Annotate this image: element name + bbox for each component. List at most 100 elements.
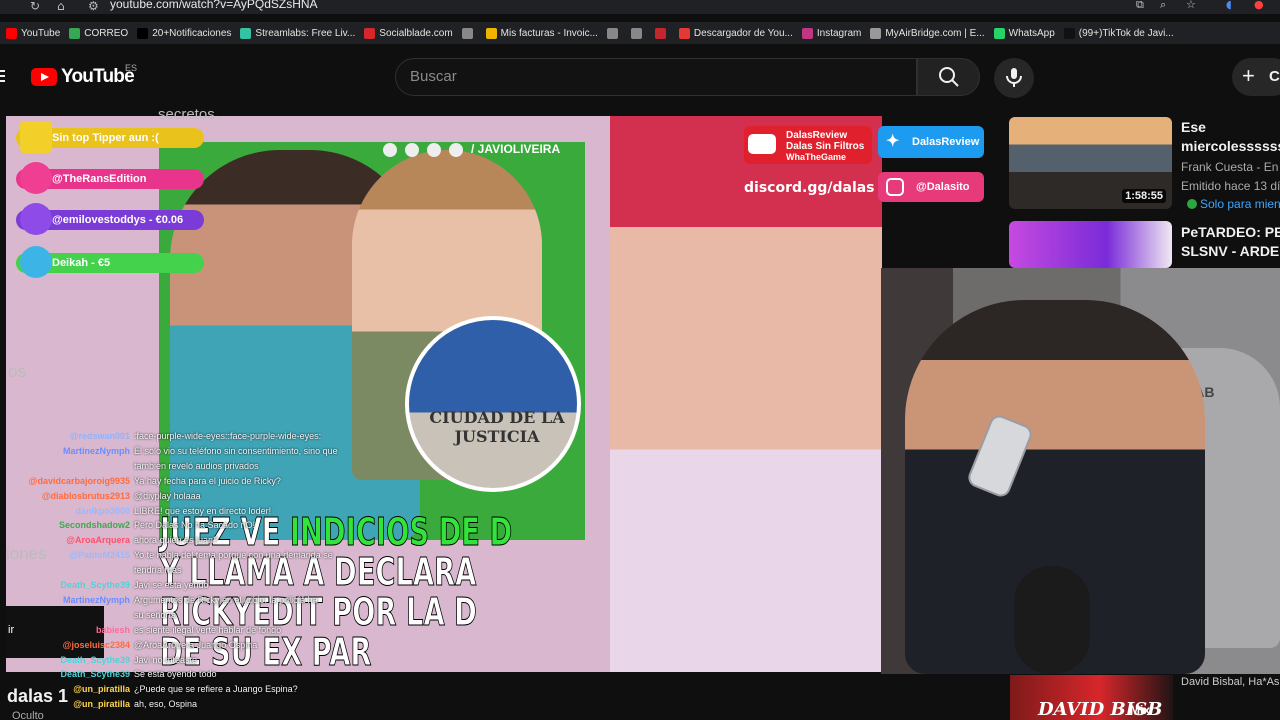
- chat-username: @un_piratilla: [73, 684, 130, 695]
- chat-username: Secondshadow2: [58, 520, 130, 531]
- search-button[interactable]: [917, 58, 980, 96]
- channel-name[interactable]: dalas 1: [7, 686, 68, 707]
- url-text[interactable]: youtube.com/watch?v=AyPQdSZsHNA: [110, 0, 318, 11]
- sidebar-video-title[interactable]: Ese: [1181, 118, 1206, 137]
- sidebar-channel[interactable]: Frank Cuesta - En D: [1181, 160, 1280, 174]
- instagram-icon: [449, 142, 463, 157]
- bookmark-item[interactable]: Mis facturas - Invoic...: [485, 27, 598, 39]
- badge-label: @emilovestoddys - €0.06: [52, 214, 184, 226]
- follower-badge: @TheRansEdition: [16, 162, 204, 194]
- bookmark-item[interactable]: Descargador de You...: [678, 27, 793, 39]
- install-app-icon[interactable]: ⧉: [1136, 0, 1144, 12]
- bookmark-item[interactable]: [606, 27, 622, 39]
- twitter-badge: ✦ DalasReview: [878, 126, 984, 158]
- chat-username: @AroaArquera: [66, 535, 130, 546]
- voice-search-button[interactable]: [994, 58, 1034, 98]
- chat-text: Yo te habla del tema porque con una dema…: [134, 550, 333, 561]
- chat-text: tendría más: [134, 565, 182, 576]
- stream-panel: ir: [6, 606, 104, 658]
- chat-text: Pero Dalas No ha Sacado nO!: [134, 520, 256, 531]
- chat-text: Él solo vio su teléfono sin consentimien…: [134, 445, 338, 456]
- extension-icon[interactable]: ◖: [1226, 0, 1232, 11]
- youtube-channels-badge: DalasReview Dalas Sin Filtros WhaTheGame: [744, 126, 872, 164]
- bookmarks-bar: YouTube CORREO 20+Notificaciones Streamlabs…: [0, 22, 1280, 44]
- chat-text: @AroaArquera Juango Ospina: [134, 639, 258, 650]
- thumbnail-handle: / JAVIOLIVEIRA: [471, 142, 561, 156]
- chat-text: ah, eso, Ospina: [134, 699, 198, 710]
- chat-text: su señoría: [134, 609, 177, 620]
- favicon-icon: [364, 27, 376, 39]
- favicon-icon: [606, 27, 618, 39]
- background-text: ir: [8, 624, 15, 636]
- hamburger-menu-icon[interactable]: [0, 70, 5, 85]
- favicon-icon: [654, 27, 666, 39]
- sidebar-thumbnail[interactable]: [1009, 221, 1172, 268]
- search-input[interactable]: Buscar: [395, 58, 917, 96]
- channel-name: DalasReview: [786, 130, 848, 141]
- bookmark-item[interactable]: 20+Notificaciones: [137, 27, 231, 39]
- chat-text: Ya hay fecha para el juicio de Ricky?: [134, 475, 281, 486]
- bookmark-item[interactable]: Instagram: [801, 27, 861, 39]
- chat-username: @joseluisc2384: [62, 639, 130, 650]
- chat-username: MartinezNymph: [62, 594, 130, 605]
- bookmark-item[interactable]: WhatsApp: [993, 27, 1055, 39]
- chat-text: Javi se está yendo: [134, 580, 209, 590]
- channel-name: WhaTheGame: [786, 152, 847, 162]
- reload-icon[interactable]: ↻: [30, 0, 40, 13]
- bookmark-item[interactable]: CORREO: [69, 27, 128, 39]
- bookmark-item[interactable]: (99+)TikTok de Javi...: [1063, 27, 1174, 39]
- hidden-label: Oculto: [12, 710, 44, 720]
- coins-icon: [20, 246, 52, 278]
- sidebar-video-title[interactable]: SLSNV - ARDE T: [1181, 242, 1280, 261]
- sidebar-video-title[interactable]: miercolessssssss: [1181, 137, 1280, 156]
- background-text: os: [8, 362, 26, 381]
- donation-badge: Deikah - €5: [16, 246, 204, 278]
- bookmark-label: WhatsApp: [1008, 27, 1055, 39]
- chat-username: babiesh: [95, 624, 130, 635]
- bookmark-item[interactable]: MyAirBridge.com | E...: [870, 27, 985, 39]
- address-bar-strip: ↻ ⌂ ⚙ youtube.com/watch?v=AyPQdSZsHNA ⧉ …: [0, 0, 1280, 14]
- bookmark-star-icon[interactable]: ☆: [1186, 0, 1196, 11]
- members-label: Solo para mien: [1200, 197, 1280, 211]
- bookmark-item[interactable]: [630, 27, 646, 39]
- favicon-icon: [461, 27, 473, 39]
- sidebar-video-title[interactable]: PeTARDEO: PEP: [1181, 223, 1280, 242]
- favicon-icon: [678, 27, 690, 39]
- mix-label: Mix: [1130, 703, 1151, 717]
- country-code: ES: [125, 63, 138, 73]
- notification-icon[interactable]: ●: [1254, 0, 1264, 11]
- home-icon[interactable]: ⌂: [57, 0, 65, 13]
- youtube-logo[interactable]: YouTube ES: [31, 63, 138, 88]
- youtube-icon: [383, 142, 397, 157]
- bookmark-label: Streamlabs: Free Liv...: [255, 27, 356, 39]
- sidebar-thumbnail[interactable]: 1:58:55: [1009, 117, 1172, 209]
- bookmark-label: (99+)TikTok de Javi...: [1078, 27, 1174, 39]
- bookmark-item[interactable]: YouTube: [6, 27, 60, 39]
- favicon-icon: [801, 27, 813, 39]
- bookmark-item[interactable]: Socialblade.com: [364, 27, 453, 39]
- site-info-icon[interactable]: ⚙: [88, 0, 99, 13]
- twitter-bird-icon: ✦: [886, 133, 900, 150]
- crown-icon: [20, 121, 52, 153]
- bookmark-item[interactable]: Streamlabs: Free Liv...: [240, 27, 356, 39]
- chat-username: Death_Scythe39: [60, 654, 130, 665]
- favicon-icon: [870, 27, 882, 39]
- courthouse-image: CIUDAD DE LA JUSTICIA: [405, 316, 581, 492]
- bookmark-label: Socialblade.com: [379, 27, 453, 39]
- chat-username: danlkpo3000: [75, 505, 130, 516]
- mix-title[interactable]: David Bisbal, Ha*As: [1181, 676, 1279, 688]
- search-icon: [939, 67, 959, 87]
- chat-username: Death_Scythe39: [60, 580, 130, 590]
- x-icon: [405, 142, 419, 157]
- bookmark-item[interactable]: [461, 27, 477, 39]
- chat-username: @davidcarbajoroig9935: [28, 475, 130, 486]
- create-button[interactable]: + C: [1232, 58, 1280, 96]
- bookmark-label: MyAirBridge.com | E...: [885, 27, 985, 39]
- donation-badge: @emilovestoddys - €0.06: [16, 203, 204, 235]
- favicon-icon: [137, 27, 149, 39]
- zoom-icon[interactable]: ⌕: [1160, 0, 1166, 12]
- bookmark-item[interactable]: [654, 27, 670, 39]
- chat-username: @PabloM2415: [69, 550, 130, 561]
- background-text: iones: [6, 544, 47, 563]
- mix-thumbnail[interactable]: DAVID BISB Mix: [1010, 675, 1173, 720]
